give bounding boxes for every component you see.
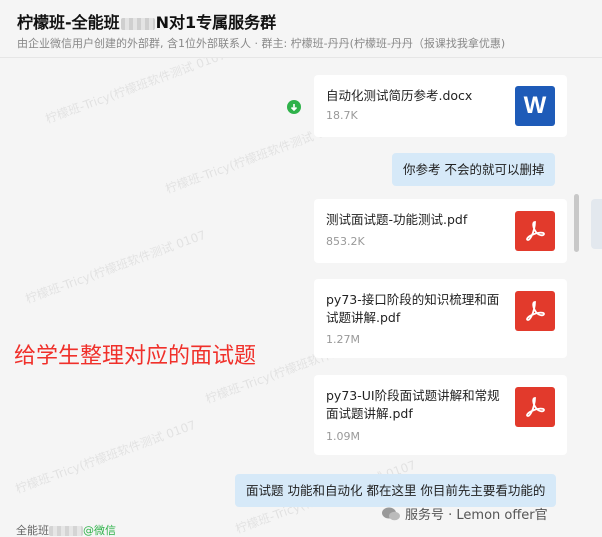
- pdf-icon: [515, 291, 555, 331]
- file-name: 自动化测试简历参考.docx: [326, 88, 473, 103]
- watermark: 柠檬班-Tricy(柠檬班软件测试 0107: [43, 58, 228, 127]
- message-list[interactable]: 柠檬班-Tricy(柠檬班软件测试 0107 柠檬班-Tricy(柠檬班软件测试…: [0, 58, 602, 537]
- file-size: 18.7K: [326, 109, 358, 122]
- file-size: 853.2K: [326, 235, 365, 248]
- file-message-docx[interactable]: 自动化测试简历参考.docx 18.7K W: [314, 75, 567, 137]
- word-doc-icon: W: [515, 86, 555, 126]
- next-message-sender: 全能班 @微信: [16, 524, 116, 537]
- redacted-name: [49, 526, 83, 536]
- chat-title-suffix: N对1专属服务群: [155, 13, 277, 32]
- text-message-bubble[interactable]: 你参考 不会的就可以删掉: [392, 153, 556, 186]
- file-message-pdf[interactable]: py73-接口阶段的知识梳理和面试题讲解.pdf 1.27M: [314, 279, 567, 358]
- pdf-icon: [515, 387, 555, 427]
- brand-watermark: 服务号 · Lemon offer官: [381, 504, 548, 523]
- chat-subtitle: 由企业微信用户创建的外部群, 含1位外部联系人 · 群主: 柠檬班-丹丹(柠檬班…: [17, 37, 506, 50]
- file-name: py73-UI阶段面试题讲解和常规面试题讲解.pdf: [326, 388, 500, 421]
- watermark: 柠檬班-Tricy(柠檬班软件测试 0107: [13, 417, 198, 497]
- red-annotation-text: 给学生整理对应的面试题: [14, 344, 257, 369]
- chat-title-prefix: 柠檬班-全能班: [17, 13, 120, 32]
- text-message-bubble[interactable]: 面试题 功能和自动化 都在这里 你目前先主要看功能的: [235, 474, 557, 507]
- file-size: 1.09M: [326, 430, 360, 443]
- file-message-pdf[interactable]: py73-UI阶段面试题讲解和常规面试题讲解.pdf 1.09M: [314, 375, 567, 455]
- file-size: 1.27M: [326, 333, 360, 346]
- chat-title[interactable]: 柠檬班-全能班 N对1专属服务群: [17, 9, 276, 33]
- scrollbar-thumb[interactable]: [574, 194, 579, 252]
- file-name: 测试面试题-功能测试.pdf: [326, 212, 468, 227]
- watermark: 柠檬班-Tricy(柠檬班软件测试 0107: [23, 227, 208, 307]
- download-complete-icon: [287, 100, 301, 114]
- redacted-name: [120, 17, 155, 30]
- side-panel-tab[interactable]: [591, 199, 602, 249]
- file-name: py73-接口阶段的知识梳理和面试题讲解.pdf: [326, 292, 500, 325]
- wechat-logo-icon: [381, 506, 401, 522]
- pdf-icon: [515, 211, 555, 251]
- file-message-pdf[interactable]: 测试面试题-功能测试.pdf 853.2K: [314, 199, 567, 263]
- chat-header: 柠檬班-全能班 N对1专属服务群 由企业微信用户创建的外部群, 含1位外部联系人 …: [0, 0, 602, 58]
